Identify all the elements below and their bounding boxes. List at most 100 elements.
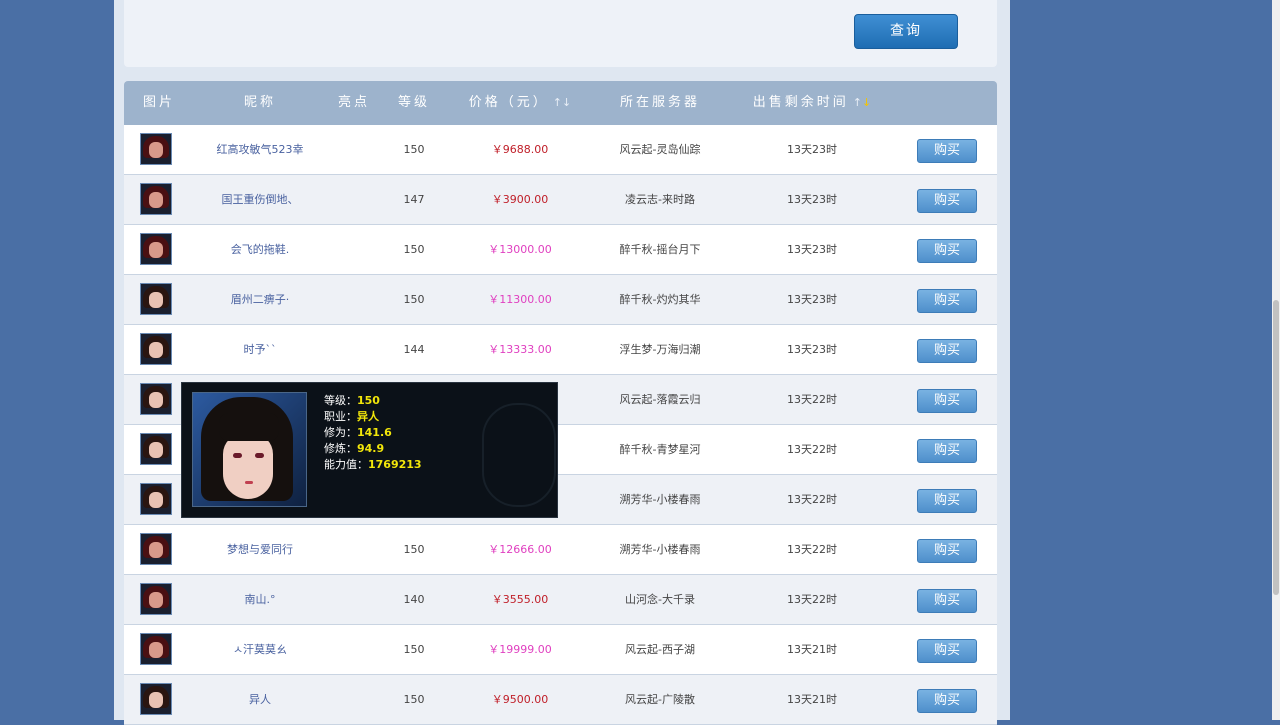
row-price: ￥9500.00	[491, 693, 549, 706]
header-nickname: 昵称	[243, 95, 277, 110]
buy-button[interactable]: 购买	[917, 139, 977, 163]
stat-ability: 能力值：1769213	[324, 458, 422, 471]
scrollbar-thumb[interactable]	[1273, 300, 1279, 595]
row-nickname[interactable]: 红高攻敏气523幸	[217, 125, 304, 174]
row-level: 147	[403, 193, 425, 206]
buy-button[interactable]: 购买	[917, 439, 977, 463]
row-level: 150	[403, 143, 425, 156]
character-avatar-icon[interactable]	[140, 483, 172, 515]
character-avatar-icon[interactable]	[140, 233, 172, 265]
header-server: 所在服务器	[619, 95, 701, 110]
buy-button[interactable]: 购买	[917, 689, 977, 713]
row-time-left: 13天23时	[787, 143, 837, 156]
time-sort-up-icon[interactable]: ↑	[853, 96, 862, 109]
table-row: 梦想与爱同行 150 ￥12666.00 溯芳华-小楼春雨 13天22时 购买	[124, 525, 997, 575]
table-row: 异人 150 ￥9500.00 风云起-广陵散 13天21时 购买	[124, 675, 997, 725]
row-server: 风云起-灵岛仙踪	[619, 143, 701, 156]
row-time-left: 13天23时	[787, 243, 837, 256]
row-time-left: 13天22时	[787, 593, 837, 606]
character-avatar-icon[interactable]	[140, 433, 172, 465]
row-server: 凌云志-来时路	[625, 193, 695, 206]
character-tooltip: 等级：150 职业：异人 修为：141.6 修炼：94.9 能力值：176921…	[181, 382, 558, 518]
buy-button[interactable]: 购买	[917, 239, 977, 263]
page-scrollbar[interactable]	[1272, 0, 1280, 720]
character-avatar-icon[interactable]	[140, 283, 172, 315]
stat-job: 职业：异人	[324, 410, 379, 423]
price-sort-arrows[interactable]: ↑↓	[553, 96, 571, 109]
header-level: 等级	[397, 95, 431, 110]
row-server: 风云起-广陵散	[625, 693, 695, 706]
table-row: 会飞的拖鞋. 150 ￥13000.00 醉千秋-摇台月下 13天23时 购买	[124, 225, 997, 275]
row-level: 150	[403, 543, 425, 556]
row-server: 风云起-西子湖	[625, 643, 695, 656]
row-price: ￥19999.00	[488, 643, 552, 656]
buy-button[interactable]: 购买	[917, 589, 977, 613]
buy-button[interactable]: 购买	[917, 389, 977, 413]
header-price-label: 价格（元）	[468, 95, 549, 110]
row-nickname[interactable]: 眉州二痹子·	[231, 275, 290, 324]
table-row: ㅅ汗莫莫ㄠ 150 ￥19999.00 风云起-西子湖 13天21时 购买	[124, 625, 997, 675]
buy-button[interactable]: 购买	[917, 339, 977, 363]
character-avatar-icon[interactable]	[140, 183, 172, 215]
row-nickname[interactable]: ㅅ汗莫莫ㄠ	[233, 625, 287, 674]
row-level: 150	[403, 243, 425, 256]
row-time-left: 13天23时	[787, 343, 837, 356]
row-nickname[interactable]: 国王重伤倒地、	[222, 175, 299, 224]
time-sort-arrows[interactable]: ↑↓	[853, 96, 871, 109]
row-server: 溯芳华-小楼春雨	[619, 543, 701, 556]
table-row: 南山.° 140 ￥3555.00 山河念-大千录 13天22时 购买	[124, 575, 997, 625]
row-time-left: 13天23时	[787, 293, 837, 306]
row-time-left: 13天22时	[787, 493, 837, 506]
header-highlight: 亮点	[337, 95, 371, 110]
character-avatar-icon[interactable]	[140, 133, 172, 165]
row-nickname[interactable]: 南山.°	[245, 575, 276, 624]
row-server: 醉千秋-摇台月下	[619, 243, 701, 256]
row-time-left: 13天22时	[787, 543, 837, 556]
row-level: 150	[403, 293, 425, 306]
row-server: 醉千秋-灼灼其华	[619, 293, 701, 306]
row-time-left: 13天21时	[787, 643, 837, 656]
buy-button[interactable]: 购买	[917, 489, 977, 513]
character-avatar-icon[interactable]	[140, 683, 172, 715]
character-stats: 等级：150 职业：异人 修为：141.6 修炼：94.9 能力值：176921…	[324, 393, 422, 473]
row-price: ￥12666.00	[488, 543, 552, 556]
character-avatar-icon[interactable]	[140, 333, 172, 365]
row-level: 150	[403, 693, 425, 706]
header-image: 图片	[142, 95, 176, 110]
character-avatar-icon[interactable]	[140, 633, 172, 665]
query-button[interactable]: 查询	[854, 14, 958, 49]
header-time[interactable]: 出售剩余时间 ↑↓	[753, 81, 871, 125]
buy-button[interactable]: 购买	[917, 289, 977, 313]
row-time-left: 13天22时	[787, 393, 837, 406]
header-price[interactable]: 价格（元） ↑↓	[469, 81, 571, 125]
character-avatar-icon[interactable]	[140, 383, 172, 415]
row-time-left: 13天21时	[787, 693, 837, 706]
decorative-pattern-icon	[482, 403, 556, 507]
row-level: 140	[403, 593, 425, 606]
row-nickname[interactable]: 会飞的拖鞋.	[231, 225, 290, 274]
row-price: ￥13333.00	[488, 343, 552, 356]
buy-button[interactable]: 购买	[917, 539, 977, 563]
row-price: ￥11300.00	[488, 293, 552, 306]
row-nickname[interactable]: 时予``	[244, 325, 277, 374]
table-row: 红高攻敏气523幸 150 ￥9688.00 风云起-灵岛仙踪 13天23时 购买	[124, 125, 997, 175]
time-sort-down-icon[interactable]: ↓	[862, 96, 871, 109]
character-avatar-icon[interactable]	[140, 533, 172, 565]
row-nickname[interactable]: 异人	[249, 675, 271, 724]
row-time-left: 13天23时	[787, 193, 837, 206]
row-time-left: 13天22时	[787, 443, 837, 456]
stat-cultivation: 修为：141.6	[324, 426, 392, 439]
stat-level: 等级：150	[324, 394, 380, 407]
table-row: 时予`` 144 ￥13333.00 浮生梦-万海归潮 13天23时 购买	[124, 325, 997, 375]
stat-training: 修炼：94.9	[324, 442, 385, 455]
row-server: 风云起-落霞云归	[619, 393, 701, 406]
row-price: ￥9688.00	[491, 143, 549, 156]
table-row: 眉州二痹子· 150 ￥11300.00 醉千秋-灼灼其华 13天23时 购买	[124, 275, 997, 325]
row-price: ￥3900.00	[491, 193, 549, 206]
table-row: 国王重伤倒地、 147 ￥3900.00 凌云志-来时路 13天23时 购买	[124, 175, 997, 225]
character-avatar-icon[interactable]	[140, 583, 172, 615]
buy-button[interactable]: 购买	[917, 189, 977, 213]
buy-button[interactable]: 购买	[917, 639, 977, 663]
row-nickname[interactable]: 梦想与爱同行	[227, 525, 293, 574]
table-header: 图片 昵称 亮点 等级 价格（元） ↑↓ 所在服务器 出售剩余时间 ↑↓	[124, 81, 997, 125]
